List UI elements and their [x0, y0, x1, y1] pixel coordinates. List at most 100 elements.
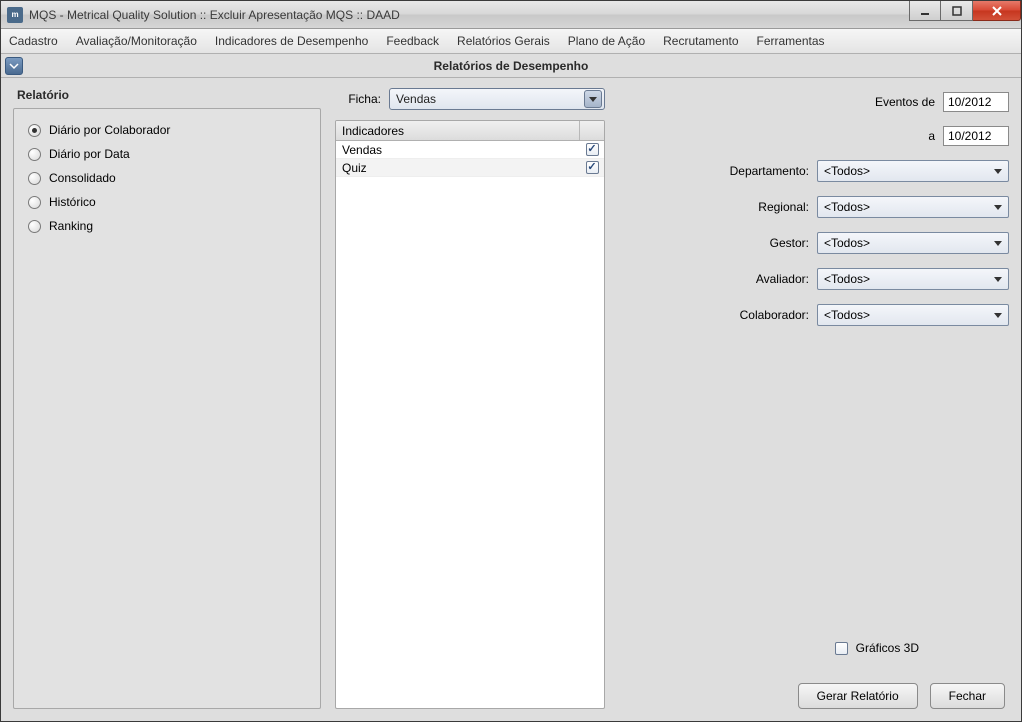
indicador-checkbox[interactable]: [586, 143, 599, 156]
radio-historico[interactable]: Histórico: [28, 195, 306, 209]
chevron-down-icon: [994, 205, 1002, 210]
content-area: Relatório Diário por Colaborador Diário …: [1, 78, 1021, 721]
indicador-checkbox[interactable]: [586, 161, 599, 174]
relatorio-column: Relatório Diário por Colaborador Diário …: [13, 88, 321, 709]
ficha-dropdown[interactable]: Vendas: [389, 88, 605, 110]
gestor-label: Gestor:: [770, 236, 809, 250]
spacer: [619, 340, 1009, 641]
eventos-a-label: a: [928, 129, 935, 143]
indicador-label: Quiz: [336, 161, 580, 175]
app-icon: m: [7, 7, 23, 23]
radio-ranking[interactable]: Ranking: [28, 219, 306, 233]
indicadores-table: Indicadores Vendas Quiz: [335, 120, 605, 709]
indicadores-header: Indicadores: [336, 121, 604, 141]
minimize-icon: [920, 6, 930, 16]
eventos-de-input[interactable]: 10/2012: [943, 92, 1009, 112]
radio-diario-colaborador[interactable]: Diário por Colaborador: [28, 123, 306, 137]
chevron-down-icon: [994, 313, 1002, 318]
select-toggle[interactable]: [990, 163, 1006, 179]
ficha-value: Vendas: [396, 92, 584, 106]
eventos-a-row: a 10/2012: [619, 126, 1009, 146]
avaliador-row: Avaliador: <Todos>: [619, 268, 1009, 290]
avaliador-select[interactable]: <Todos>: [817, 268, 1009, 290]
radio-label: Ranking: [49, 219, 93, 233]
departamento-row: Departamento: <Todos>: [619, 160, 1009, 182]
ficha-row: Ficha: Vendas: [335, 88, 605, 110]
radio-consolidado[interactable]: Consolidado: [28, 171, 306, 185]
graficos-3d-checkbox[interactable]: [835, 642, 848, 655]
select-toggle[interactable]: [990, 235, 1006, 251]
relatorio-panel: Diário por Colaborador Diário por Data C…: [13, 108, 321, 709]
page-header: Relatórios de Desempenho: [1, 54, 1021, 78]
radio-icon: [28, 148, 41, 161]
departamento-select[interactable]: <Todos>: [817, 160, 1009, 182]
menu-relatorios-gerais[interactable]: Relatórios Gerais: [457, 34, 550, 48]
ficha-label: Ficha:: [335, 92, 381, 106]
eventos-de-value: 10/2012: [948, 95, 991, 109]
colaborador-label: Colaborador:: [740, 308, 809, 322]
radio-diario-data[interactable]: Diário por Data: [28, 147, 306, 161]
gestor-select[interactable]: <Todos>: [817, 232, 1009, 254]
button-row: Gerar Relatório Fechar: [619, 683, 1009, 709]
fechar-button[interactable]: Fechar: [930, 683, 1005, 709]
dropdown-toggle[interactable]: [584, 90, 602, 108]
regional-label: Regional:: [758, 200, 809, 214]
ficha-column: Ficha: Vendas Indicadores Vendas Quiz: [335, 88, 605, 709]
menu-cadastro[interactable]: Cadastro: [9, 34, 58, 48]
chevron-down-icon: [994, 277, 1002, 282]
maximize-button[interactable]: [941, 1, 973, 21]
graficos-3d-label: Gráficos 3D: [856, 641, 919, 655]
colaborador-select[interactable]: <Todos>: [817, 304, 1009, 326]
menu-ferramentas[interactable]: Ferramentas: [757, 34, 825, 48]
relatorio-group-label: Relatório: [17, 88, 321, 102]
chevron-down-icon: [9, 61, 19, 71]
select-toggle[interactable]: [990, 307, 1006, 323]
gerar-relatorio-button[interactable]: Gerar Relatório: [798, 683, 918, 709]
app-window: m MQS - Metrical Quality Solution :: Exc…: [0, 0, 1022, 722]
colaborador-row: Colaborador: <Todos>: [619, 304, 1009, 326]
radio-icon: [28, 196, 41, 209]
graficos-3d-row: Gráficos 3D: [619, 641, 1009, 655]
regional-select[interactable]: <Todos>: [817, 196, 1009, 218]
gestor-value: <Todos>: [824, 236, 990, 250]
chevron-down-icon: [589, 97, 597, 102]
radio-icon: [28, 172, 41, 185]
button-label: Fechar: [949, 689, 986, 703]
radio-label: Diário por Colaborador: [49, 123, 170, 137]
eventos-a-input[interactable]: 10/2012: [943, 126, 1009, 146]
menu-recrutamento[interactable]: Recrutamento: [663, 34, 738, 48]
indicador-row-vendas[interactable]: Vendas: [336, 141, 604, 159]
regional-value: <Todos>: [824, 200, 990, 214]
collapse-toggle-button[interactable]: [5, 57, 23, 75]
departamento-value: <Todos>: [824, 164, 990, 178]
departamento-label: Departamento:: [730, 164, 809, 178]
indicadores-header-label: Indicadores: [336, 121, 580, 140]
gestor-row: Gestor: <Todos>: [619, 232, 1009, 254]
select-toggle[interactable]: [990, 271, 1006, 287]
minimize-button[interactable]: [909, 1, 941, 21]
menu-feedback[interactable]: Feedback: [386, 34, 439, 48]
radio-label: Diário por Data: [49, 147, 130, 161]
indicador-row-quiz[interactable]: Quiz: [336, 159, 604, 177]
close-button[interactable]: [973, 1, 1021, 21]
maximize-icon: [952, 6, 962, 16]
menu-avaliacao-monitoracao[interactable]: Avaliação/Monitoração: [76, 34, 197, 48]
button-label: Gerar Relatório: [817, 689, 899, 703]
menu-indicadores-desempenho[interactable]: Indicadores de Desempenho: [215, 34, 368, 48]
window-controls: [909, 1, 1021, 28]
select-toggle[interactable]: [990, 199, 1006, 215]
regional-row: Regional: <Todos>: [619, 196, 1009, 218]
radio-label: Consolidado: [49, 171, 116, 185]
indicador-label: Vendas: [336, 143, 580, 157]
eventos-de-row: Eventos de 10/2012: [619, 92, 1009, 112]
window-title: MQS - Metrical Quality Solution :: Exclu…: [29, 8, 909, 22]
titlebar: m MQS - Metrical Quality Solution :: Exc…: [1, 1, 1021, 29]
chevron-down-icon: [994, 169, 1002, 174]
colaborador-value: <Todos>: [824, 308, 990, 322]
menu-plano-acao[interactable]: Plano de Ação: [568, 34, 645, 48]
indicadores-header-checkcol: [580, 121, 604, 140]
radio-label: Histórico: [49, 195, 96, 209]
avaliador-label: Avaliador:: [756, 272, 809, 286]
radio-icon: [28, 220, 41, 233]
radio-icon: [28, 124, 41, 137]
